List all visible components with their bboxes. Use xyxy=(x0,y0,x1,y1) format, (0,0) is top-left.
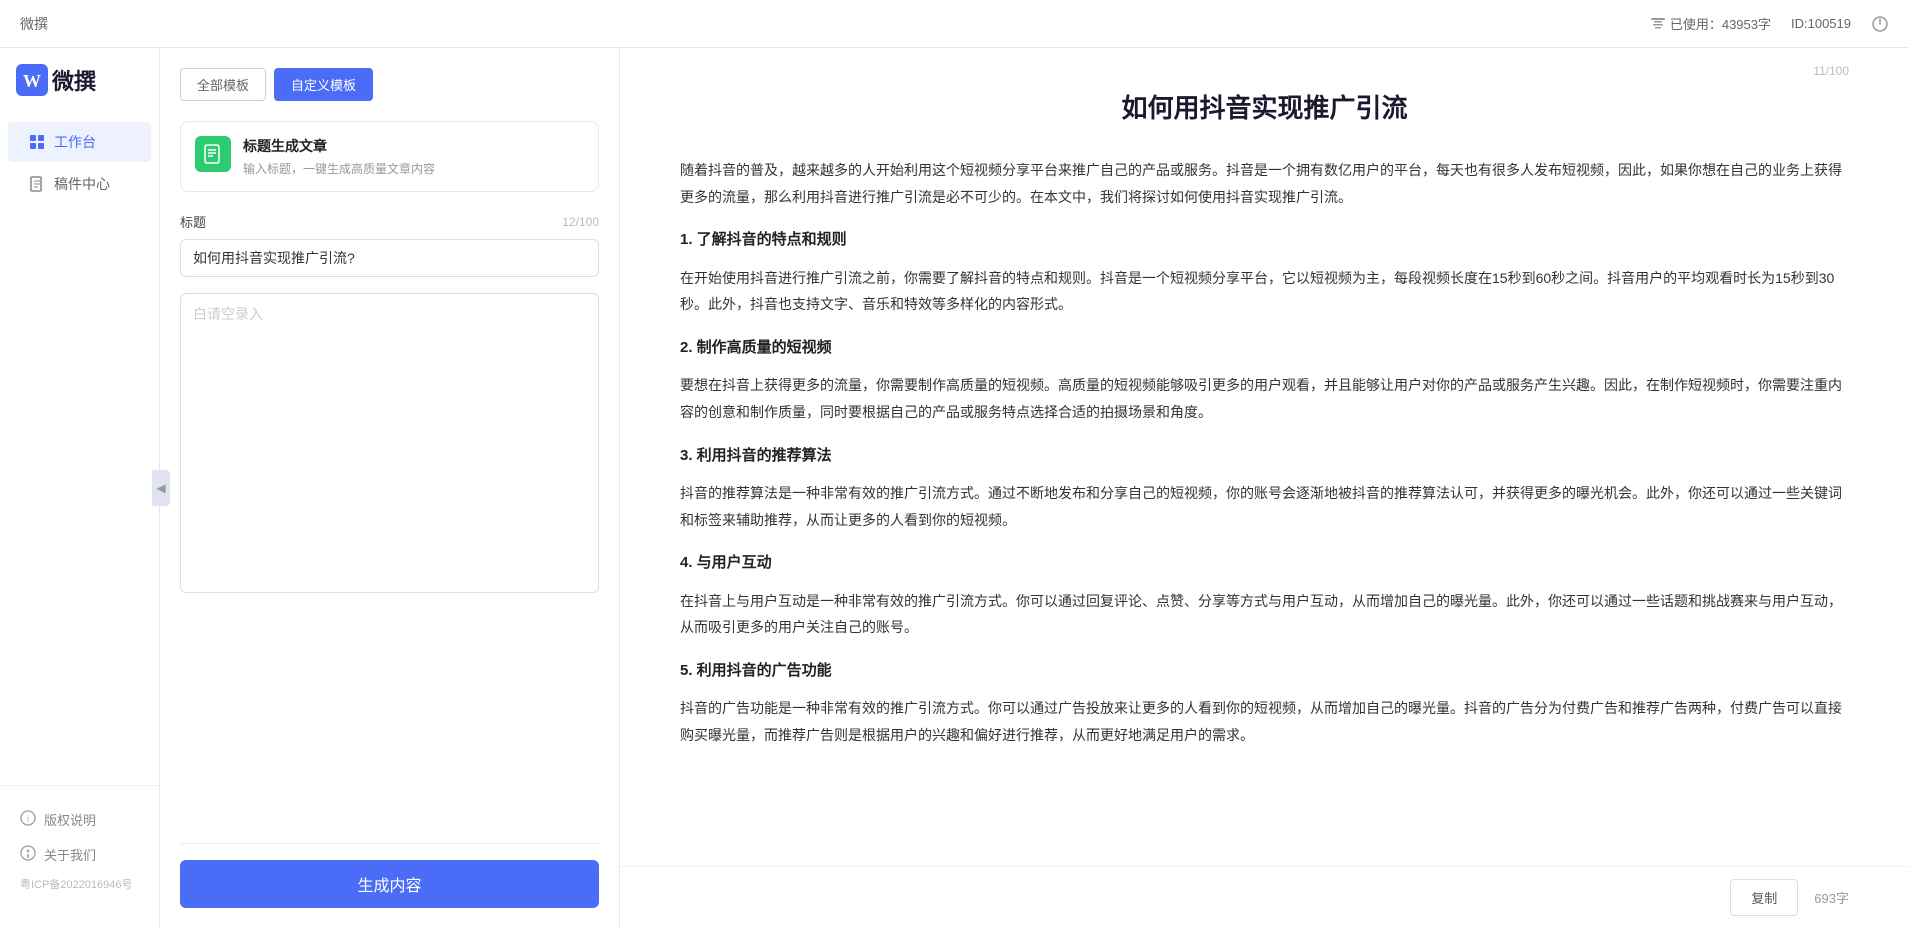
info-icon: i xyxy=(20,810,36,829)
sidebar-item-about[interactable]: 关于我们 xyxy=(0,837,159,872)
article-paragraph: 随着抖音的普及，越来越多的人开始利用这个短视频分享平台来推广自己的产品或服务。抖… xyxy=(680,157,1849,210)
logo-icon: W xyxy=(16,64,48,96)
template-desc: 输入标题，一键生成高质量文章内容 xyxy=(243,160,584,177)
topbar-title: 微撰 xyxy=(20,14,48,34)
tab-custom-templates[interactable]: 自定义模板 xyxy=(274,68,373,101)
sidebar-item-workspace-label: 工作台 xyxy=(54,132,96,152)
about-icon xyxy=(20,845,36,864)
title-char-count: 12/100 xyxy=(562,215,599,229)
sidebar-item-copyright-label: 版权说明 xyxy=(44,810,96,829)
article-paragraph: 抖音的推荐算法是一种非常有效的推广引流方式。通过不断地发布和分享自己的短视频，你… xyxy=(680,480,1849,533)
article-footer: 复制 693字 xyxy=(620,866,1909,928)
main-content: 全部模板 自定义模板 标题生成文章 输入标题，一键生成高质量文章内容 xyxy=(160,48,1909,928)
word-count: 693字 xyxy=(1814,888,1849,907)
topbar-id: ID:100519 xyxy=(1791,16,1851,31)
content-textarea[interactable] xyxy=(180,293,599,593)
sidebar-logo: W 微撰 xyxy=(0,64,159,120)
sidebar: W 微撰 工作台 xyxy=(0,48,160,928)
font-icon xyxy=(1650,16,1666,32)
svg-text:i: i xyxy=(27,814,29,824)
sidebar-item-copyright[interactable]: i 版权说明 xyxy=(0,802,159,837)
page-number: 11/100 xyxy=(1813,64,1849,78)
article-paragraph: 在开始使用抖音进行推广引流之前，你需要了解抖音的特点和规则。抖音是一个短视频分享… xyxy=(680,265,1849,318)
title-input[interactable] xyxy=(180,239,599,277)
sidebar-item-drafts[interactable]: 稿件中心 xyxy=(8,164,151,204)
chevron-left-icon: ◀ xyxy=(156,481,165,495)
sidebar-bottom: i 版权说明 关于我们 粤ICP备2022016946号 xyxy=(0,785,159,912)
template-icon xyxy=(195,136,231,172)
topbar-usage: 已使用：43953字 xyxy=(1650,14,1771,33)
app-body: W 微撰 工作台 xyxy=(0,48,1909,928)
sidebar-item-workspace[interactable]: 工作台 xyxy=(8,122,151,162)
template-info: 标题生成文章 输入标题，一键生成高质量文章内容 xyxy=(243,136,584,177)
sidebar-item-drafts-label: 稿件中心 xyxy=(54,174,110,194)
svg-text:W: W xyxy=(23,71,41,91)
right-panel: 11/100 如何用抖音实现推广引流 随着抖音的普及，越来越多的人开始利用这个短… xyxy=(620,48,1909,928)
article-paragraph: 要想在抖音上获得更多的流量，你需要制作高质量的短视频。高质量的短视频能够吸引更多… xyxy=(680,372,1849,425)
document-icon xyxy=(203,144,223,164)
file-icon xyxy=(28,175,46,193)
template-card[interactable]: 标题生成文章 输入标题，一键生成高质量文章内容 xyxy=(180,121,599,192)
topbar-right: 已使用：43953字 ID:100519 xyxy=(1650,14,1889,33)
title-label-text: 标题 xyxy=(180,212,206,231)
sidebar-item-about-label: 关于我们 xyxy=(44,845,96,864)
topbar: 微撰 已使用：43953字 ID:100519 xyxy=(0,0,1909,48)
logo-text: 微撰 xyxy=(52,64,96,96)
usage-label: 已使用：43953字 xyxy=(1670,14,1771,33)
power-icon[interactable] xyxy=(1871,15,1889,33)
article-heading: 2. 制作高质量的短视频 xyxy=(680,334,1849,363)
icp-text: 粤ICP备2022016946号 xyxy=(0,872,159,896)
left-panel: 全部模板 自定义模板 标题生成文章 输入标题，一键生成高质量文章内容 xyxy=(160,48,620,928)
panel-tabs: 全部模板 自定义模板 xyxy=(180,68,599,101)
article-heading: 5. 利用抖音的广告功能 xyxy=(680,657,1849,686)
form-divider xyxy=(180,843,599,844)
tab-all-templates[interactable]: 全部模板 xyxy=(180,68,266,101)
copy-button[interactable]: 复制 xyxy=(1730,879,1798,916)
article-title: 如何用抖音实现推广引流 xyxy=(680,88,1849,125)
article-paragraph: 抖音的广告功能是一种非常有效的推广引流方式。你可以通过广告投放来让更多的人看到你… xyxy=(680,695,1849,748)
title-label: 标题 12/100 xyxy=(180,212,599,231)
sidebar-collapse-button[interactable]: ◀ xyxy=(152,470,170,506)
article-container: 11/100 如何用抖音实现推广引流 随着抖音的普及，越来越多的人开始利用这个短… xyxy=(620,48,1909,866)
template-name: 标题生成文章 xyxy=(243,136,584,156)
article-body: 随着抖音的普及，越来越多的人开始利用这个短视频分享平台来推广自己的产品或服务。抖… xyxy=(680,157,1849,749)
article-heading: 1. 了解抖音的特点和规则 xyxy=(680,226,1849,255)
generate-button[interactable]: 生成内容 xyxy=(180,860,599,908)
article-heading: 4. 与用户互动 xyxy=(680,549,1849,578)
article-paragraph: 在抖音上与用户互动是一种非常有效的推广引流方式。你可以通过回复评论、点赞、分享等… xyxy=(680,588,1849,641)
sidebar-nav: 工作台 稿件中心 xyxy=(0,120,159,785)
grid-icon xyxy=(28,133,46,151)
article-heading: 3. 利用抖音的推荐算法 xyxy=(680,442,1849,471)
